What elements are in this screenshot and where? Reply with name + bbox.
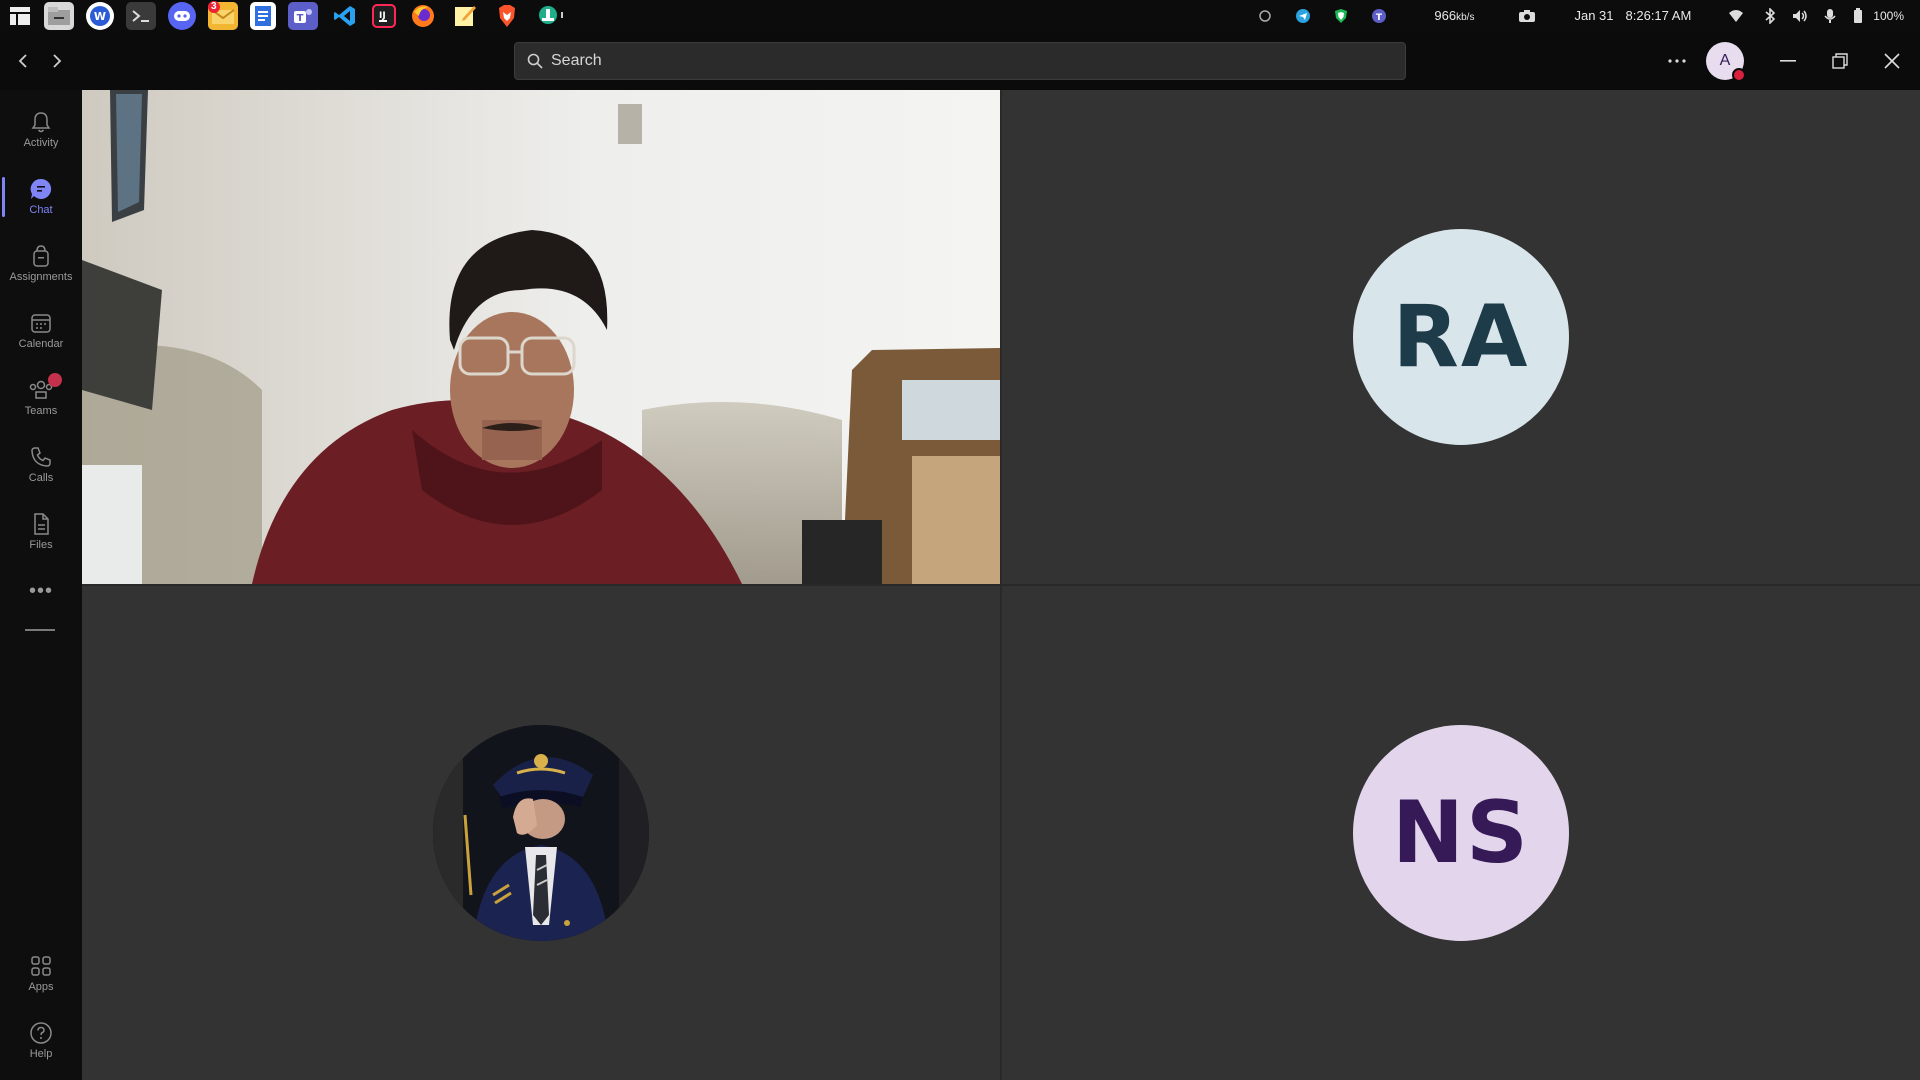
svg-text:T: T <box>1376 13 1383 23</box>
microphone-icon[interactable] <box>1821 7 1839 25</box>
close-button[interactable] <box>1872 41 1912 81</box>
screenshot-icon[interactable] <box>1518 7 1536 25</box>
participant-tile-ns[interactable]: NS <box>1002 586 1920 1080</box>
network-speed: 966kb/s <box>1434 8 1475 23</box>
jetbrains-icon[interactable]: IJ <box>372 3 396 28</box>
apps-icon <box>31 955 51 976</box>
user-avatar[interactable]: A <box>1706 42 1746 82</box>
more-apps-ellipsis-icon[interactable]: ••• <box>0 580 82 603</box>
mail-icon[interactable]: 3 <box>208 0 238 30</box>
participant-initials-ns: NS <box>1392 783 1530 883</box>
rail-label-chat: Chat <box>29 203 53 216</box>
more-options-button[interactable] <box>1660 41 1694 81</box>
rail-label-calls: Calls <box>28 471 54 484</box>
svg-text:T: T <box>297 13 304 24</box>
date-label[interactable]: Jan 31 <box>1574 8 1613 23</box>
minimize-icon <box>1780 60 1796 62</box>
battery-percent: 100% <box>1873 8 1904 23</box>
rail-item-files[interactable]: Files <box>0 500 82 562</box>
close-icon <box>1884 53 1900 69</box>
participant-profile-photo <box>433 725 649 941</box>
rail-item-help[interactable]: Help <box>0 1009 82 1071</box>
brave-icon[interactable] <box>492 2 522 30</box>
bag-icon <box>33 244 49 267</box>
file-manager-icon[interactable] <box>44 1 74 30</box>
rail-label-apps: Apps <box>28 980 54 993</box>
system-taskbar: W 3 T IJ T 966kb/s Jan 31 8:26:17 AM 100… <box>0 0 1920 31</box>
participant-video-tile[interactable] <box>82 90 1000 584</box>
notes-icon[interactable] <box>450 2 480 30</box>
chevron-left-icon <box>18 54 27 68</box>
rail-item-calendar[interactable]: Calendar <box>0 299 82 361</box>
telegram-icon[interactable] <box>1294 7 1312 25</box>
restore-button[interactable] <box>1820 41 1860 81</box>
teams-tray-icon[interactable]: T <box>1370 7 1388 25</box>
docs-icon[interactable] <box>250 1 276 30</box>
rail-item-assignments[interactable]: Assignments <box>0 232 82 294</box>
rail-label-help: Help <box>29 1047 53 1060</box>
search-placeholder: Search <box>551 52 602 69</box>
battery-icon[interactable] <box>1849 7 1867 25</box>
rail-item-calls[interactable]: Calls <box>0 433 82 495</box>
rail-label-teams: Teams <box>24 404 58 417</box>
chevron-right-icon <box>53 54 62 68</box>
help-icon <box>30 1021 52 1044</box>
bluetooth-icon[interactable] <box>1761 7 1779 25</box>
rail-label-assignments: Assignments <box>9 270 73 283</box>
chat-icon <box>30 178 52 199</box>
participant-tile-photo[interactable] <box>82 586 1000 1080</box>
vscode-icon[interactable] <box>330 2 360 30</box>
participant-avatar-ra: RA <box>1353 229 1569 445</box>
search-icon <box>527 53 543 69</box>
rail-label-activity: Activity <box>23 136 59 149</box>
system-tray: T 966kb/s Jan 31 8:26:17 AM 100% <box>1246 0 1920 31</box>
teams-icon[interactable]: T <box>288 1 318 30</box>
wifi-icon[interactable] <box>1727 7 1745 25</box>
taskbar-apps: W 3 T IJ <box>0 0 580 31</box>
rail-label-files: Files <box>29 538 53 551</box>
svg-text:IJ: IJ <box>379 11 386 21</box>
minimize-button[interactable] <box>1768 41 1808 81</box>
avatar-initial: A <box>1719 52 1731 69</box>
presence-status-dot <box>1732 68 1746 82</box>
participant-initials-ra: RA <box>1392 287 1530 387</box>
bell-icon <box>31 111 51 132</box>
mail-badge: 3 <box>208 0 220 13</box>
calendar-icon <box>31 313 51 333</box>
circle-status-icon[interactable] <box>1256 7 1274 25</box>
clock-label[interactable]: 8:26:17 AM <box>1626 8 1692 23</box>
file-icon <box>34 512 49 535</box>
search-input[interactable]: Search <box>514 42 1406 80</box>
restore-icon <box>1832 53 1848 69</box>
meeting-stage: RA NS <box>82 90 1920 1080</box>
participant-video-feed <box>82 90 1000 584</box>
word-icon[interactable]: W <box>86 1 114 30</box>
teams-notification-badge <box>48 373 62 387</box>
ellipsis-icon <box>1668 59 1686 63</box>
teams-titlebar: Search A <box>0 31 1920 90</box>
forward-button[interactable] <box>46 49 68 73</box>
svg-text:W: W <box>94 10 106 23</box>
terminal-icon[interactable] <box>126 1 156 30</box>
participant-tile-ra[interactable]: RA <box>1002 90 1920 584</box>
volume-icon[interactable] <box>1791 7 1809 25</box>
rail-divider <box>25 629 55 631</box>
shield-icon[interactable] <box>1332 7 1350 25</box>
discord-icon[interactable] <box>168 1 196 30</box>
tray-app-icon[interactable] <box>534 2 568 30</box>
rail-item-teams[interactable]: Teams <box>0 366 82 428</box>
phone-icon <box>31 446 51 467</box>
app-menu-icon[interactable] <box>6 2 34 30</box>
firefox-icon[interactable] <box>408 2 438 30</box>
back-button[interactable] <box>12 49 34 73</box>
app-bar: Activity Chat Assignments Calendar Teams… <box>0 90 82 1080</box>
rail-label-calendar: Calendar <box>18 337 64 350</box>
rail-item-chat[interactable]: Chat <box>0 165 82 227</box>
rail-item-activity[interactable]: Activity <box>0 98 82 160</box>
participant-avatar-ns: NS <box>1353 725 1569 941</box>
rail-item-apps[interactable]: Apps <box>0 942 82 1004</box>
